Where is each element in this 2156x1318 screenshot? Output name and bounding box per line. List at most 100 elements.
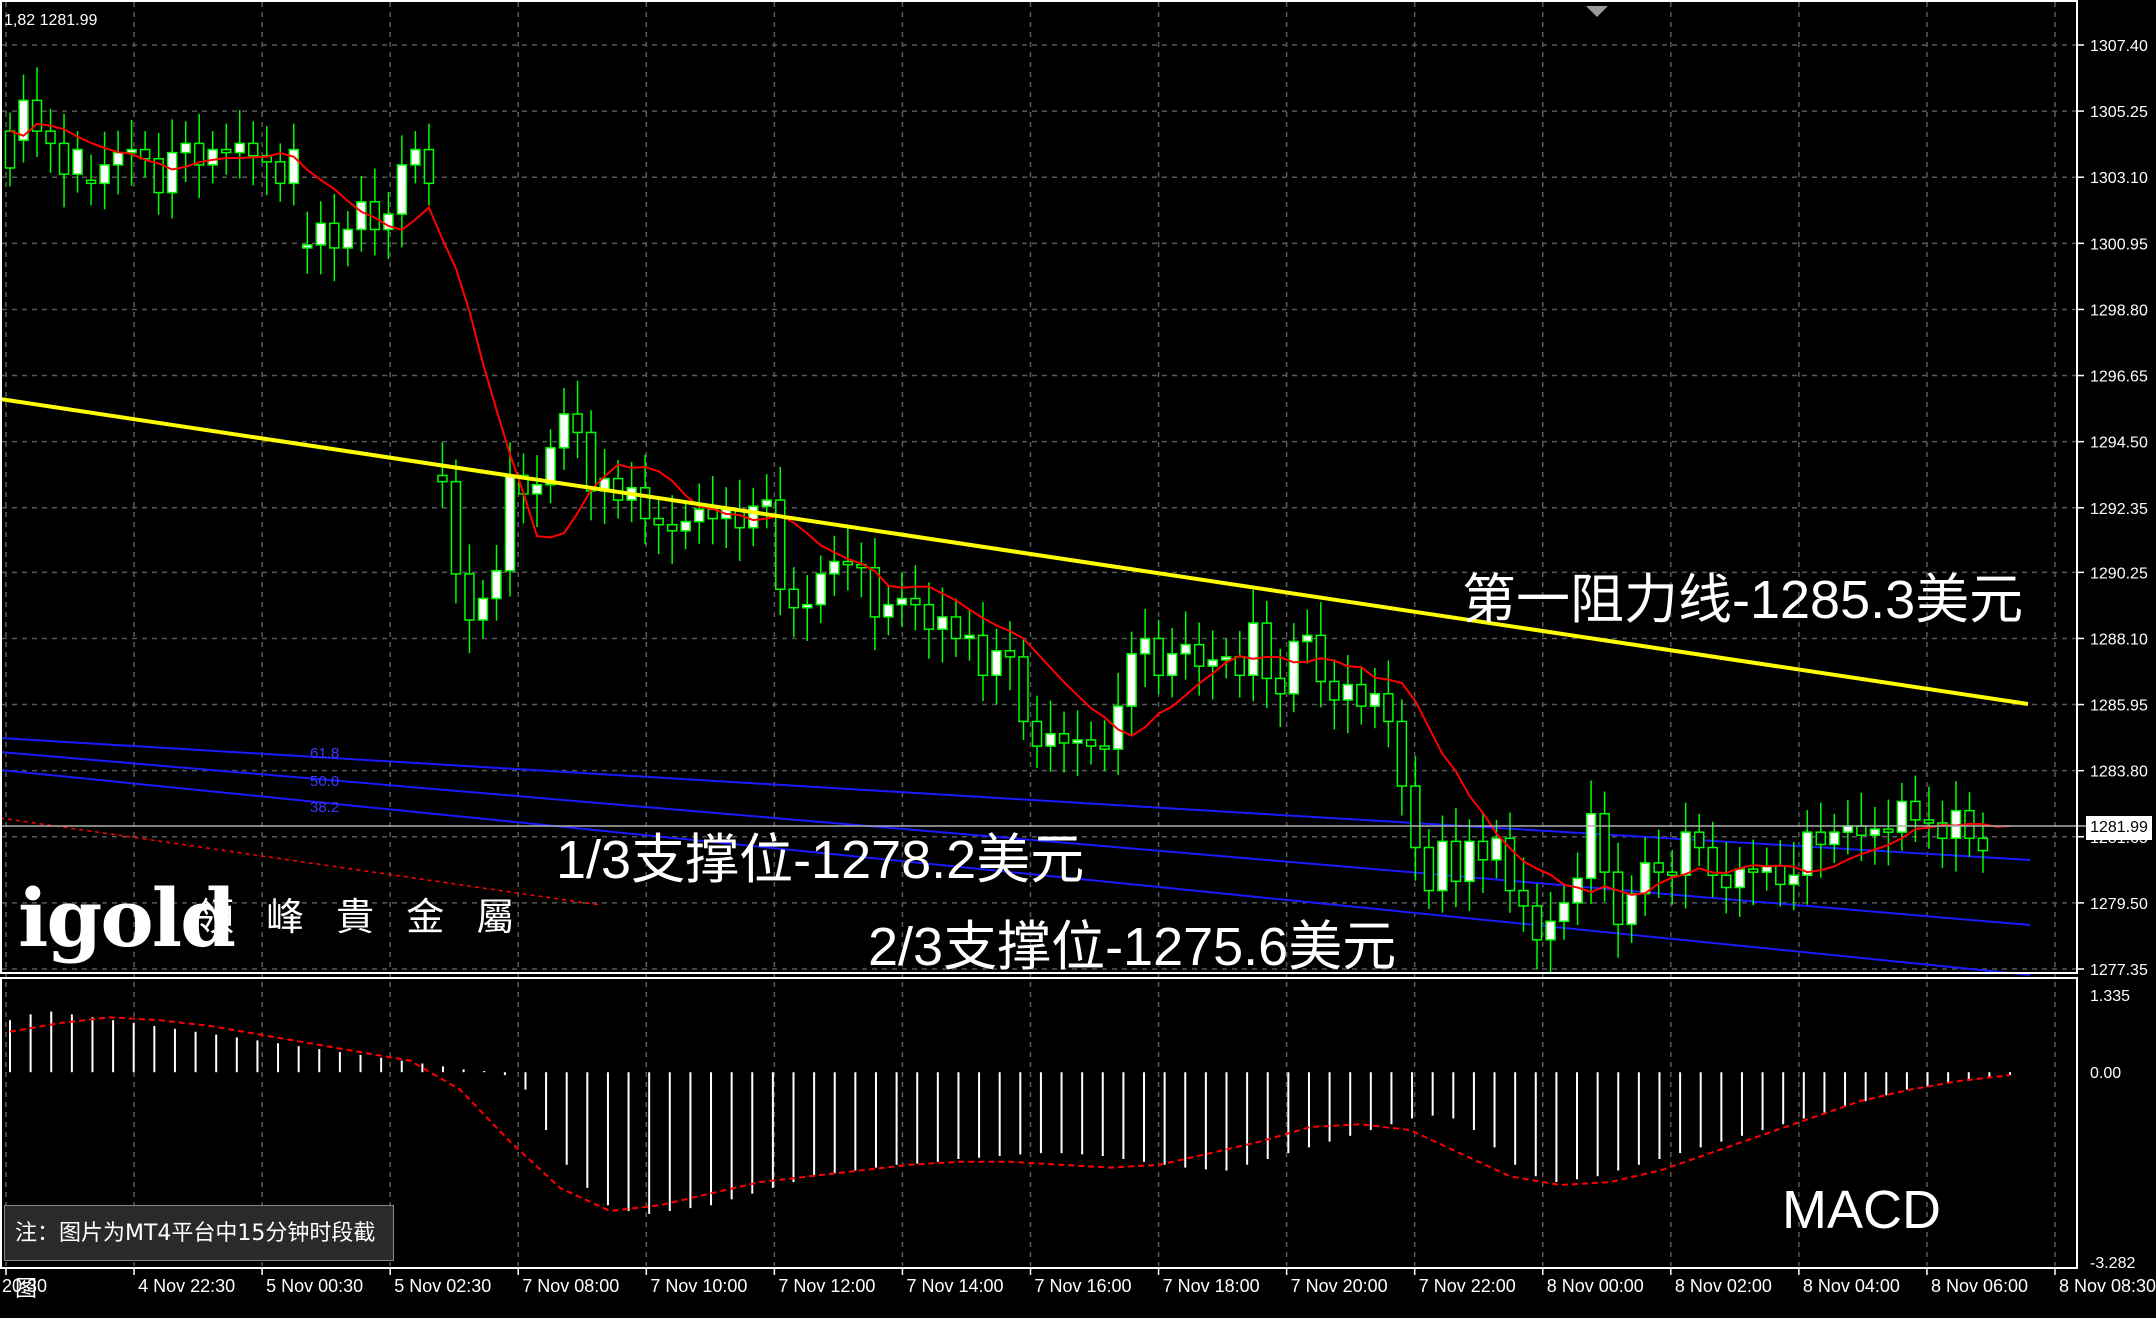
candle-body [207, 148, 218, 166]
candle-body [1788, 874, 1800, 886]
candle-body [423, 148, 435, 185]
candle-body [1180, 643, 1191, 655]
candle-body [410, 148, 421, 166]
candle-body [180, 142, 191, 154]
candle-body [1383, 693, 1394, 723]
candle-body [1491, 837, 1502, 861]
candle-body [315, 222, 327, 246]
macd-indicator-label: MACD [1782, 1180, 1941, 1240]
candle-body [1720, 874, 1732, 889]
candle-body [680, 520, 691, 532]
candle-body [1247, 622, 1259, 677]
candle-body [1883, 828, 1894, 833]
candle-body [937, 616, 948, 630]
candle-body [1518, 889, 1529, 907]
candle-body [1923, 819, 1935, 824]
fib-label-382: 38.2 [310, 799, 339, 816]
candle-body [302, 244, 313, 249]
symbol-header: 1,82 1281.99 [4, 12, 98, 29]
time-tick-label: 8 Nov 08:30 [2059, 1276, 2156, 1296]
candle-body [1585, 812, 1597, 880]
time-tick-label: 7 Nov 12:00 [778, 1276, 875, 1296]
candle-body [99, 164, 110, 185]
candle-body [85, 179, 97, 185]
candle-body [1342, 683, 1354, 701]
price-tick-label: 1298.80 [2090, 302, 2148, 319]
candle-body [883, 603, 894, 618]
candle-body [991, 650, 1002, 677]
candle-body [1572, 877, 1583, 904]
candle-body [1356, 683, 1367, 707]
candle-body [1612, 871, 1624, 926]
candle-body [1031, 720, 1043, 747]
time-tick-label: 7 Nov 20:00 [1291, 1276, 1388, 1296]
candle-body [747, 505, 759, 529]
price-tick-label: 1307.40 [2090, 38, 2148, 55]
macd-tick-label: -3.282 [2090, 1255, 2135, 1272]
time-tick-label: 7 Nov 22:00 [1419, 1276, 1516, 1296]
candle-body [1085, 739, 1097, 747]
time-tick-label: 7 Nov 16:00 [1035, 1276, 1132, 1296]
candle-body [1626, 892, 1637, 926]
candle-body [788, 588, 800, 609]
candle-body [545, 447, 556, 486]
candle-body [1018, 656, 1029, 723]
candle-body [1680, 831, 1691, 876]
candle-body [1072, 739, 1083, 744]
candle-body [220, 148, 232, 154]
price-tick-label: 1283.80 [2090, 764, 2148, 781]
time-tick-label: 4 Nov 22:30 [138, 1276, 235, 1296]
logo-chinese-name: 領 峰 貴 金 屬 [196, 895, 525, 939]
time-tick-label: 7 Nov 18:00 [1163, 1276, 1260, 1296]
candle-body [1829, 831, 1840, 846]
candle-body [666, 523, 678, 532]
time-tick-label: 8 Nov 00:00 [1547, 1276, 1644, 1296]
candle-body [356, 201, 367, 231]
candle-body [1775, 865, 1786, 886]
screenshot-note: 注：图片为MT4平台中15分钟时段截图 [4, 1205, 394, 1302]
candle-body [1666, 871, 1678, 876]
candle-body [1045, 733, 1056, 747]
candle-body [1139, 637, 1151, 655]
macd-tick-label: 0.00 [2090, 1065, 2121, 1082]
resistance-annotation: 第一阻力线-1285.3美元 [1462, 570, 2023, 630]
candle-body [653, 517, 664, 526]
candle-body [802, 603, 813, 609]
candle-body [1450, 840, 1462, 883]
candle-body [1329, 680, 1340, 701]
price-tick-label: 1288.10 [2090, 631, 2148, 648]
chart-canvas: 1307.40 1305.25 1303.10 1300.95 1298.80 1296.… [0, 0, 2156, 1304]
candle-body [396, 164, 408, 215]
candle-body [977, 634, 989, 677]
candle-body [558, 413, 570, 449]
price-tick-label: 1285.95 [2090, 698, 2148, 715]
candle-body [1977, 837, 1989, 852]
fib-label-618: 61.8 [310, 745, 339, 762]
candle-body [1747, 868, 1759, 873]
candle-body [247, 142, 259, 157]
price-tick-label: 1305.25 [2090, 104, 2148, 121]
candle-body [72, 148, 83, 175]
candle-body [464, 573, 475, 621]
candle-body [234, 142, 245, 154]
price-tick-label: 1294.50 [2090, 435, 2148, 452]
candle-body [112, 151, 124, 166]
candle-body [815, 573, 827, 606]
candle-body [329, 222, 340, 249]
candle-body [126, 148, 137, 154]
time-tick-label: 7 Nov 10:00 [650, 1276, 747, 1296]
candle-body [1302, 634, 1313, 643]
time-tick-label: 7 Nov 14:00 [906, 1276, 1003, 1296]
candle-body [288, 148, 300, 185]
candle-body [1599, 812, 1610, 873]
candle-body [842, 560, 854, 566]
candle-body [775, 499, 786, 591]
candle-body [572, 413, 583, 434]
candle-body [342, 228, 354, 249]
candle-body [275, 161, 286, 185]
price-tick-label: 1277.35 [2090, 962, 2148, 979]
candle-body [1153, 637, 1164, 677]
candle-body [612, 477, 624, 501]
time-tick-label: 8 Nov 04:00 [1803, 1276, 1900, 1296]
price-tick-label: 1292.35 [2090, 501, 2148, 518]
